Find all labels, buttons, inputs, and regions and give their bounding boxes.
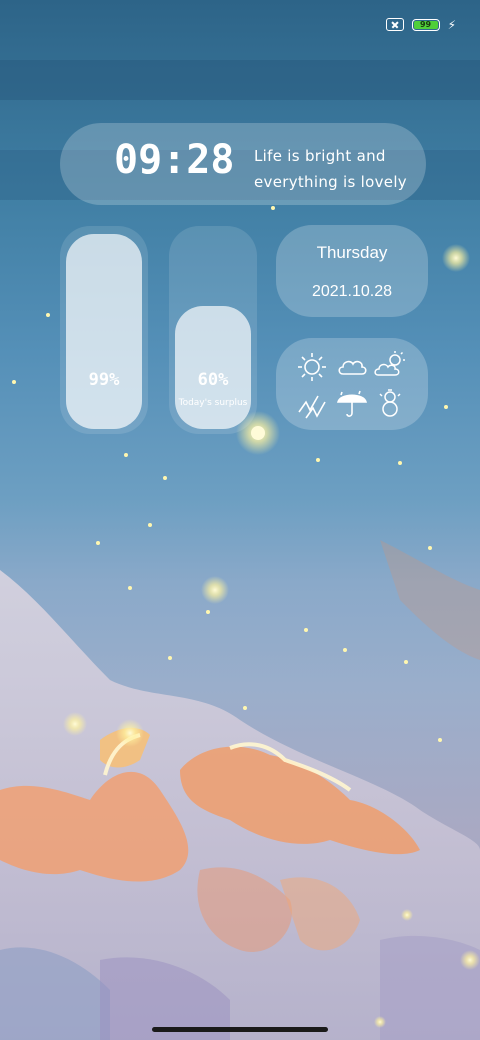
date-widget[interactable]: Thursday 2021.10.28 — [276, 225, 428, 317]
home-indicator[interactable] — [152, 1027, 328, 1032]
snow-icon — [374, 388, 406, 418]
quote-text: Life is bright and everything is lovely — [254, 143, 407, 195]
battery-meter-widget[interactable]: 99% — [60, 226, 148, 434]
partly-cloudy-icon — [374, 350, 406, 380]
cloudy-icon — [336, 352, 368, 382]
status-bar: 99 ⚡ — [385, 17, 456, 32]
sunny-icon — [296, 352, 328, 382]
meter-value: 60% — [197, 370, 229, 390]
weekday: Thursday — [316, 243, 388, 262]
clock-widget[interactable]: 09:28 Life is bright and everything is l… — [60, 123, 426, 205]
meter-caption: Today's surplus — [178, 398, 248, 408]
charging-bolt-icon: ⚡ — [447, 17, 456, 32]
thunder-icon — [296, 390, 328, 420]
battery-level: 99 — [413, 20, 438, 29]
meter-fill — [175, 306, 251, 429]
battery-icon: 99 — [411, 18, 440, 31]
lock-screen: 99 ⚡ 09:28 Life is bright and everything… — [0, 0, 480, 1040]
date: 2021.10.28 — [311, 283, 393, 300]
rain-umbrella-icon — [336, 388, 368, 418]
meter-fill — [66, 234, 142, 429]
quote-line-2: everything is lovely — [254, 173, 407, 191]
quote-line-1: Life is bright and — [254, 147, 386, 165]
meter-value: 99% — [88, 370, 120, 390]
clock-time: 09:28 — [114, 137, 235, 183]
no-sim-icon — [385, 18, 404, 31]
weather-widget[interactable] — [276, 338, 428, 430]
surplus-meter-widget[interactable]: 60% Today's surplus — [169, 226, 257, 434]
